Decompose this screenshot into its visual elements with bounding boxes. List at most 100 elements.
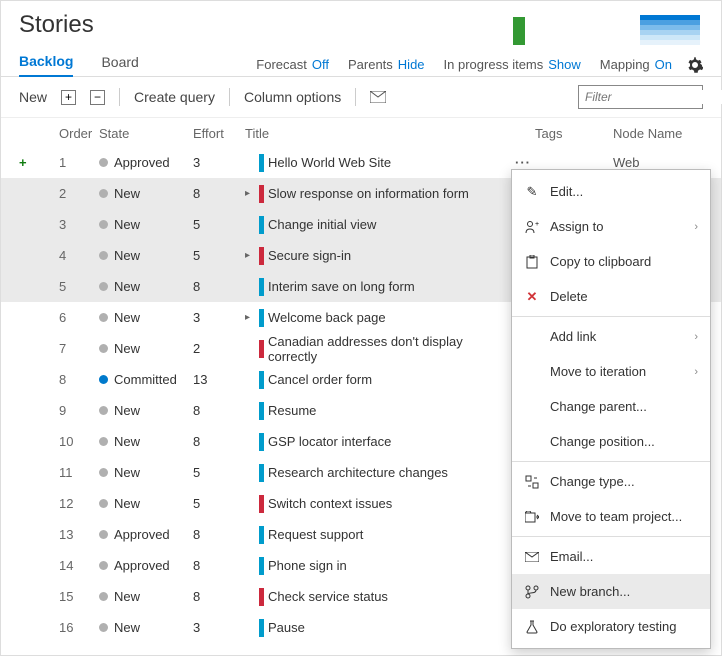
state-text: Committed xyxy=(114,372,177,387)
title-cell[interactable]: ▸Secure sign-in xyxy=(245,247,515,265)
ctx-exploratory-testing[interactable]: Do exploratory testing xyxy=(512,609,710,644)
ctx-edit[interactable]: ✎Edit... xyxy=(512,174,710,209)
order-cell: 3 xyxy=(59,217,99,232)
ctx-delete-label: Delete xyxy=(550,289,588,304)
ctx-new-branch[interactable]: New branch... xyxy=(512,574,710,609)
order-cell: 1 xyxy=(59,155,99,170)
title-cell[interactable]: ▸Phone sign in xyxy=(245,557,515,575)
ctx-change-type[interactable]: Change type... xyxy=(512,464,710,499)
title-cell[interactable]: ▸Slow response on information form xyxy=(245,185,515,203)
email-icon[interactable] xyxy=(370,91,386,103)
forecast-label: Forecast xyxy=(256,57,307,72)
title-cell[interactable]: ▸GSP locator interface xyxy=(245,433,515,451)
title-cell[interactable]: ▸Canadian addresses don't display correc… xyxy=(245,334,515,364)
col-order[interactable]: Order xyxy=(59,126,99,141)
gear-icon[interactable] xyxy=(687,57,703,73)
state-text: New xyxy=(114,248,140,263)
create-query-button[interactable]: Create query xyxy=(134,89,215,105)
tab-board[interactable]: Board xyxy=(101,54,138,76)
state-text: Approved xyxy=(114,155,170,170)
state-cell: Committed xyxy=(99,372,193,387)
title-cell[interactable]: ▸Request support xyxy=(245,526,515,544)
effort-cell: 5 xyxy=(193,217,245,232)
column-options-button[interactable]: Column options xyxy=(244,89,341,105)
work-item-color-bar xyxy=(259,371,264,389)
effort-cell: 5 xyxy=(193,496,245,511)
state-text: New xyxy=(114,310,140,325)
col-node[interactable]: Node Name xyxy=(613,126,703,141)
cumulative-flow-chart[interactable] xyxy=(513,11,703,45)
chevron-right-icon[interactable]: ▸ xyxy=(245,312,255,323)
state-cell: New xyxy=(99,434,193,449)
title-cell[interactable]: ▸Resume xyxy=(245,402,515,420)
forecast-toggle[interactable]: Off xyxy=(312,57,329,72)
state-text: New xyxy=(114,434,140,449)
ctx-assign-to[interactable]: +Assign to› xyxy=(512,209,710,244)
state-dot-icon xyxy=(99,375,108,384)
person-icon: + xyxy=(524,219,540,235)
order-cell: 6 xyxy=(59,310,99,325)
parents-toggle[interactable]: Hide xyxy=(398,57,425,72)
chevron-right-icon[interactable]: ▸ xyxy=(245,250,255,261)
title-cell[interactable]: ▸Switch context issues xyxy=(245,495,515,513)
svg-text:+: + xyxy=(535,221,539,228)
ctx-change-parent[interactable]: Change parent... xyxy=(512,389,710,424)
filter-input-container[interactable] xyxy=(578,85,703,109)
ctx-moveiter-label: Move to iteration xyxy=(550,364,646,379)
grid-header: Order State Effort Title Tags Node Name xyxy=(1,118,721,147)
ctx-chtype-label: Change type... xyxy=(550,474,635,489)
filter-input[interactable] xyxy=(585,90,722,104)
chevron-right-icon[interactable]: ▸ xyxy=(245,188,255,199)
col-effort[interactable]: Effort xyxy=(193,126,245,141)
state-cell: New xyxy=(99,620,193,635)
state-dot-icon xyxy=(99,499,108,508)
ctx-add-link[interactable]: Add link› xyxy=(512,319,710,354)
expand-icon[interactable]: + xyxy=(61,90,76,105)
new-button[interactable]: New xyxy=(19,89,47,105)
state-cell: New xyxy=(99,341,193,356)
ctx-copy[interactable]: Copy to clipboard xyxy=(512,244,710,279)
state-text: New xyxy=(114,186,140,201)
ctx-email[interactable]: Email... xyxy=(512,539,710,574)
work-item-color-bar xyxy=(259,247,264,265)
effort-cell: 5 xyxy=(193,248,245,263)
add-row-icon[interactable]: + xyxy=(19,155,37,170)
title-cell[interactable]: ▸Cancel order form xyxy=(245,371,515,389)
order-cell: 11 xyxy=(59,465,99,480)
state-text: New xyxy=(114,496,140,511)
work-item-color-bar xyxy=(259,619,264,637)
title-cell[interactable]: ▸Check service status xyxy=(245,588,515,606)
tab-backlog[interactable]: Backlog xyxy=(19,53,73,77)
state-dot-icon xyxy=(99,282,108,291)
title-text: Request support xyxy=(268,527,363,542)
title-cell[interactable]: ▸Welcome back page xyxy=(245,309,515,327)
col-state[interactable]: State xyxy=(99,126,193,141)
ctx-move-project[interactable]: Move to team project... xyxy=(512,499,710,534)
ctx-delete[interactable]: ✕Delete xyxy=(512,279,710,314)
separator xyxy=(512,536,710,537)
title-text: Check service status xyxy=(268,589,388,604)
work-item-color-bar xyxy=(259,402,264,420)
ctx-chpos-label: Change position... xyxy=(550,434,655,449)
order-cell: 13 xyxy=(59,527,99,542)
collapse-icon[interactable]: − xyxy=(90,90,105,105)
state-cell: New xyxy=(99,403,193,418)
title-cell[interactable]: ▸Interim save on long form xyxy=(245,278,515,296)
state-cell: Approved xyxy=(99,155,193,170)
progress-toggle[interactable]: Show xyxy=(548,57,581,72)
row-actions-icon[interactable]: ··· xyxy=(515,155,535,170)
mapping-toggle[interactable]: On xyxy=(655,57,672,72)
title-cell[interactable]: ▸Pause xyxy=(245,619,515,637)
col-title[interactable]: Title xyxy=(245,126,535,141)
ctx-email-label: Email... xyxy=(550,549,593,564)
state-dot-icon xyxy=(99,468,108,477)
ctx-change-position[interactable]: Change position... xyxy=(512,424,710,459)
title-cell[interactable]: ▸Change initial view xyxy=(245,216,515,234)
title-cell[interactable]: ▸Research architecture changes xyxy=(245,464,515,482)
state-text: New xyxy=(114,620,140,635)
title-cell[interactable]: ▸Hello World Web Site xyxy=(245,154,515,172)
ctx-move-iteration[interactable]: Move to iteration› xyxy=(512,354,710,389)
state-dot-icon xyxy=(99,251,108,260)
separator xyxy=(355,88,356,106)
col-tags[interactable]: Tags xyxy=(535,126,613,141)
